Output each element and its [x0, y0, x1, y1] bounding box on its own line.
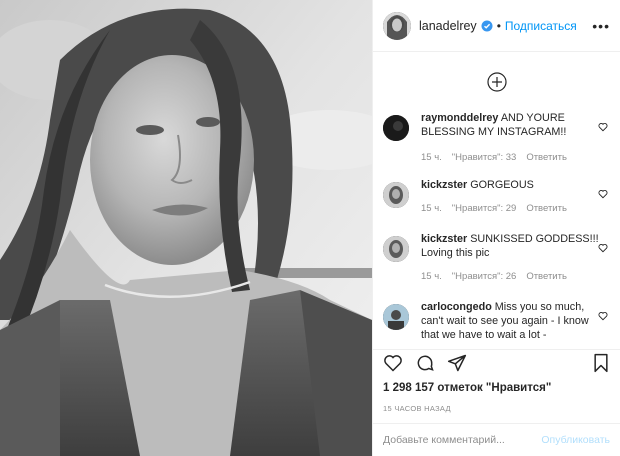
- comment-reply-button[interactable]: Ответить: [526, 270, 567, 284]
- heart-icon[interactable]: [598, 240, 608, 258]
- comment-username[interactable]: kickzster: [421, 179, 467, 191]
- bookmark-icon[interactable]: [592, 353, 610, 378]
- comment-body: kickzster SUNKISSED GODDESS!!! Loving th…: [421, 232, 599, 300]
- load-more-plus-icon: [486, 72, 507, 92]
- comment-reply-button[interactable]: Ответить: [526, 151, 567, 165]
- comment-username[interactable]: raymonddelrey: [421, 112, 498, 124]
- commenter-avatar[interactable]: [383, 182, 409, 208]
- post-photo[interactable]: [0, 0, 372, 456]
- heart-icon[interactable]: [598, 308, 608, 326]
- comment-reply-button[interactable]: Ответить: [526, 202, 567, 216]
- comment-body: kickzster GORGEOUS 15 ч. "Нравится": 29 …: [421, 178, 599, 232]
- commenter-avatar[interactable]: [383, 304, 409, 330]
- more-options-icon[interactable]: •••: [592, 18, 610, 34]
- header-separator: •: [496, 18, 501, 33]
- likes-count[interactable]: 1 298 157 отметок "Нравится": [383, 382, 551, 394]
- add-comment-bar: Опубликовать: [373, 423, 620, 456]
- comment-meta: 15 ч. "Нравится": 29 Ответить: [421, 202, 599, 216]
- comment-item: kickzster SUNKISSED GODDESS!!! Loving th…: [373, 232, 620, 300]
- comment-meta: 15 ч. "Нравится": 33 Ответить: [421, 151, 599, 165]
- post-actions: [373, 349, 620, 381]
- heart-icon[interactable]: [383, 353, 403, 378]
- comment-text: GORGEOUS: [470, 179, 534, 191]
- verified-badge-icon: [481, 20, 493, 32]
- post-side-panel: lanadelrey • Подписаться ••• raymonddelr…: [372, 0, 620, 456]
- post-timestamp[interactable]: 15 ЧАСОВ НАЗАД: [383, 404, 451, 413]
- comment-meta: 15 ч. "Нравится": 26 Ответить: [421, 270, 599, 284]
- comment-icon[interactable]: [415, 353, 435, 378]
- share-icon[interactable]: [447, 353, 467, 378]
- comment-time[interactable]: 15 ч.: [421, 270, 442, 284]
- heart-icon[interactable]: [598, 119, 608, 137]
- comments-list[interactable]: raymonddelrey AND YOURE BLESSING MY INST…: [373, 53, 620, 349]
- publish-button[interactable]: Опубликовать: [541, 434, 610, 446]
- comment-body: raymonddelrey AND YOURE BLESSING MY INST…: [421, 111, 599, 178]
- post-photo-image: [0, 0, 372, 456]
- commenter-avatar[interactable]: [383, 236, 409, 262]
- comment-like-count[interactable]: "Нравится": 33: [452, 151, 517, 165]
- commenter-avatar[interactable]: [383, 115, 409, 141]
- comment-time[interactable]: 15 ч.: [421, 202, 442, 216]
- comment-item: raymonddelrey AND YOURE BLESSING MY INST…: [373, 111, 620, 178]
- comment-item: kickzster GORGEOUS 15 ч. "Нравится": 29 …: [373, 178, 620, 232]
- load-more-comments[interactable]: [373, 53, 620, 111]
- author-username[interactable]: lanadelrey: [419, 19, 477, 33]
- comment-like-count[interactable]: "Нравится": 29: [452, 202, 517, 216]
- comment-input[interactable]: [383, 434, 542, 446]
- post-header: lanadelrey • Подписаться •••: [373, 0, 620, 52]
- comment-like-count[interactable]: "Нравится": 26: [452, 270, 517, 284]
- comment-username[interactable]: kickzster: [421, 233, 467, 245]
- heart-icon[interactable]: [598, 186, 608, 204]
- comment-body: carlocongedo Miss you so much, can't wai…: [421, 300, 599, 349]
- follow-button[interactable]: Подписаться: [505, 19, 577, 33]
- comment-time[interactable]: 15 ч.: [421, 151, 442, 165]
- comment-item: carlocongedo Miss you so much, can't wai…: [373, 300, 620, 349]
- author-avatar[interactable]: [383, 11, 411, 40]
- comment-username[interactable]: carlocongedo: [421, 301, 492, 313]
